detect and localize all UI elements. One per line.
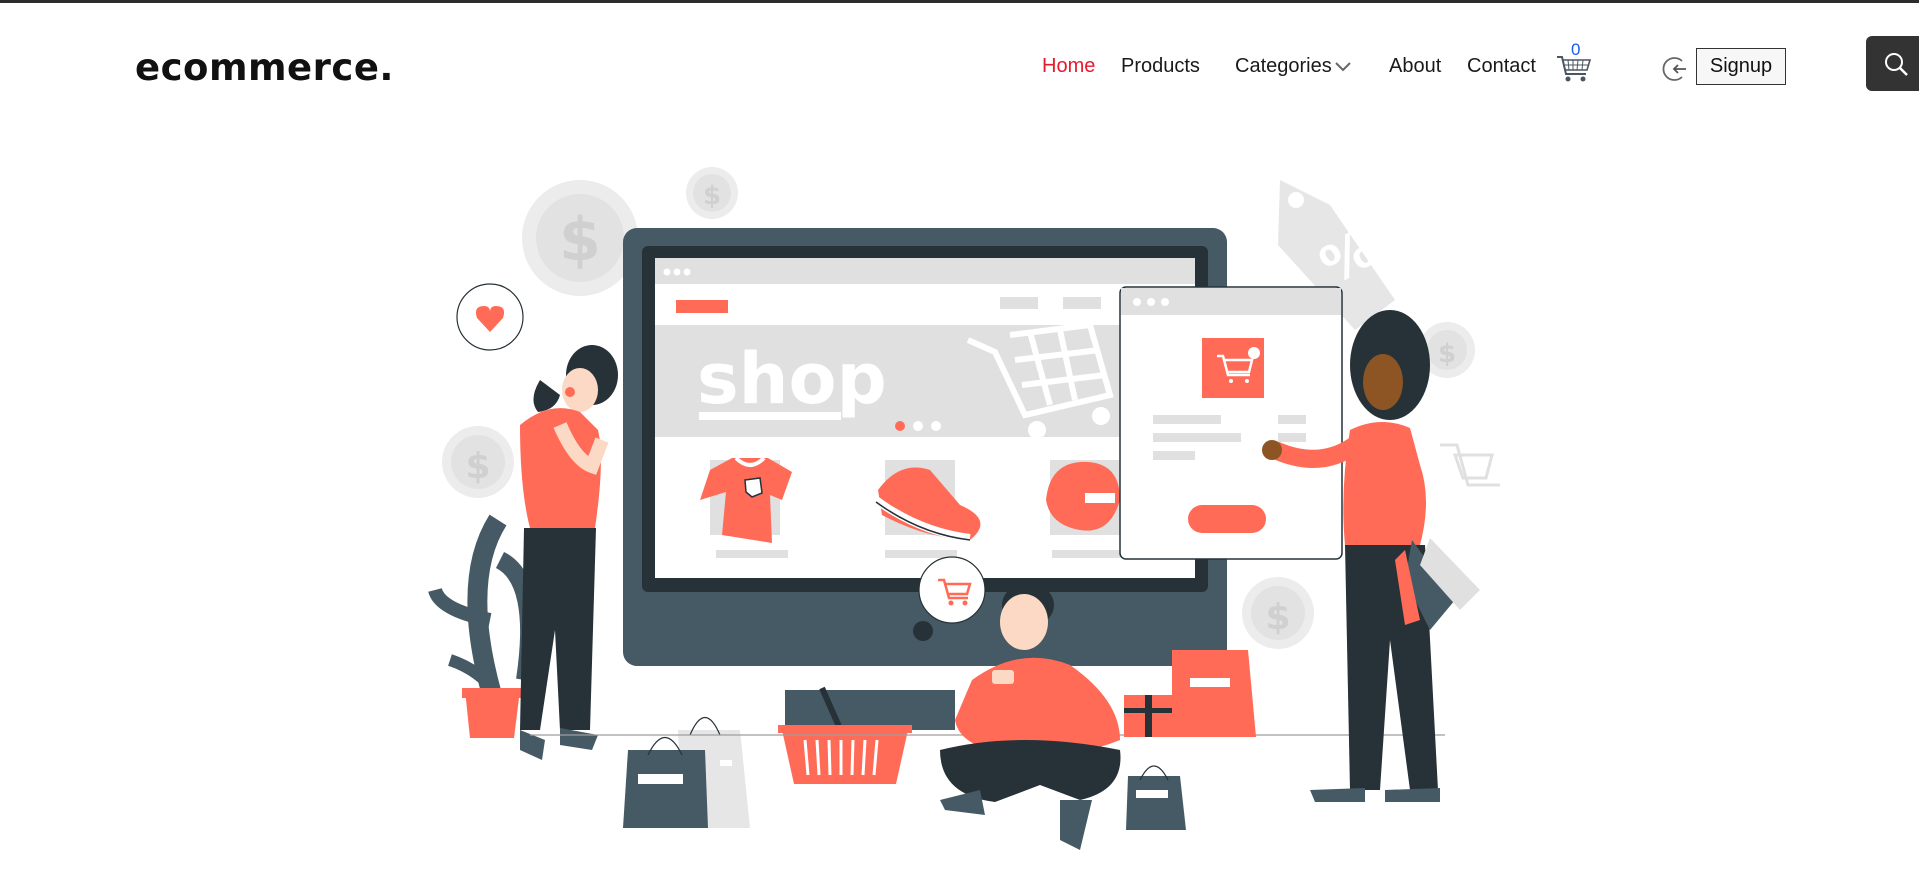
site-logo[interactable]: ecommerce.: [135, 46, 394, 89]
checkout-popup-window: [1119, 286, 1343, 560]
shopping-bag-icon: [1126, 765, 1186, 830]
gift-box-icon: [1124, 695, 1172, 737]
login-arrow-icon[interactable]: [1662, 56, 1688, 82]
coin-icon: $: [686, 167, 738, 219]
chevron-down-icon: [1335, 62, 1351, 72]
screen-shop-text: shop: [697, 338, 887, 420]
svg-text:$: $: [703, 181, 721, 211]
shopping-bag-icon: [623, 736, 708, 828]
woman-surprised-figure: [520, 345, 618, 760]
cart-bubble: [918, 556, 986, 624]
cap-icon: [1046, 461, 1120, 531]
shopping-bag-icon: [1172, 650, 1256, 737]
svg-text:$: $: [465, 446, 490, 487]
svg-text:$: $: [559, 205, 601, 275]
top-border: [0, 0, 1919, 3]
shopping-cart-icon: [1440, 443, 1500, 487]
search-button[interactable]: [1866, 36, 1919, 91]
hero-shopping-illustration: $ $ $ $ $ % shop: [428, 167, 1500, 850]
nav-about[interactable]: About: [1389, 55, 1441, 78]
potted-plant: [428, 514, 539, 738]
nav-categories-label: Categories: [1235, 55, 1332, 77]
nav-categories[interactable]: Categories: [1235, 55, 1351, 78]
nav-contact[interactable]: Contact: [1467, 55, 1536, 78]
coin-icon: $: [1242, 577, 1314, 649]
coin-icon: $: [442, 426, 514, 498]
svg-text:$: $: [1265, 597, 1290, 638]
nav-products[interactable]: Products: [1121, 55, 1200, 78]
nav-home[interactable]: Home: [1042, 55, 1095, 78]
coin-icon: $: [522, 180, 638, 296]
svg-text:$: $: [1438, 339, 1456, 369]
heart-bubble: [456, 283, 524, 351]
shopping-cart-icon: [1557, 56, 1592, 82]
signup-button[interactable]: Signup: [1696, 48, 1786, 85]
search-icon: [1885, 52, 1908, 76]
cart-button[interactable]: 0: [1556, 40, 1596, 84]
